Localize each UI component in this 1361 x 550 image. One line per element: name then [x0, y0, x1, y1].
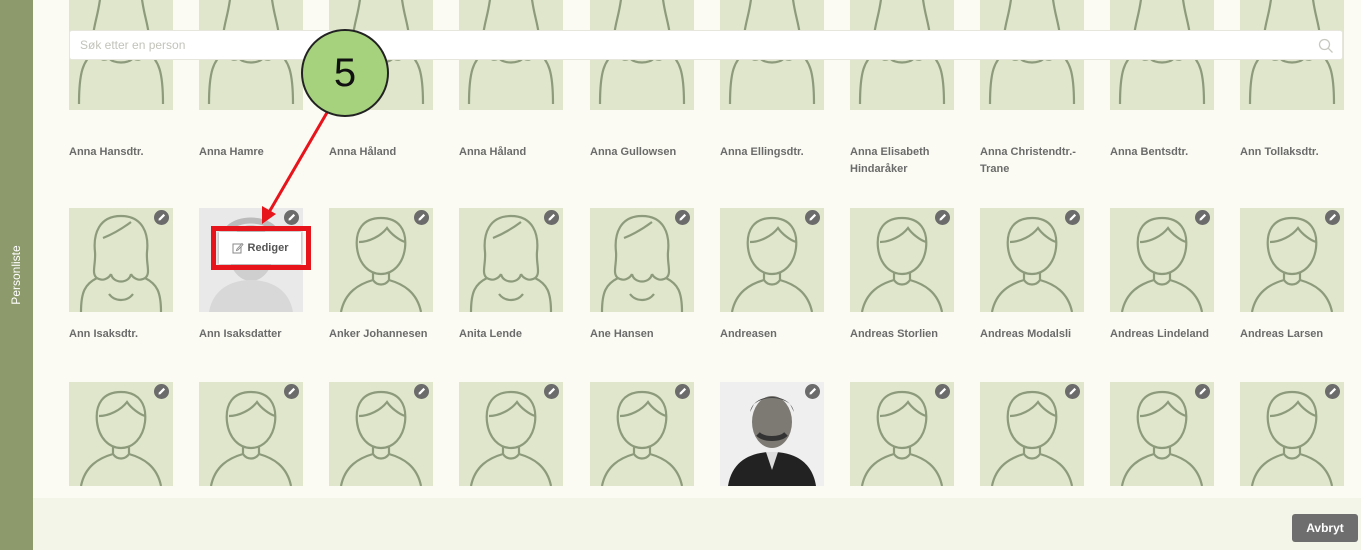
person-name: Anita Lende — [459, 328, 522, 340]
pencil-icon[interactable] — [935, 384, 950, 399]
person-card[interactable]: Andreas Modalsli — [980, 208, 1084, 378]
pencil-icon[interactable] — [675, 384, 690, 399]
pencil-icon[interactable] — [805, 384, 820, 399]
person-name: Anna Bentsdtr. — [1110, 146, 1189, 158]
person-card[interactable]: Anita Lende — [459, 208, 563, 378]
person-name: Anna Elisabeth Hindaråker — [850, 146, 930, 175]
pencil-icon[interactable] — [414, 384, 429, 399]
person-name: Andreas Modalsli — [980, 328, 1072, 340]
pencil-icon[interactable] — [1325, 384, 1340, 399]
pencil-icon[interactable] — [1065, 210, 1080, 225]
search-icon[interactable] — [1318, 38, 1334, 54]
pencil-icon[interactable] — [284, 384, 299, 399]
pencil-icon[interactable] — [1325, 210, 1340, 225]
person-name: Ann Isaksdatter — [199, 328, 282, 340]
person-name: Anna Ellingsdtr. — [720, 146, 804, 158]
sidebar[interactable]: Personliste — [0, 0, 33, 550]
person-name: Anna Hamre — [199, 146, 264, 158]
person-name: Anna Gullowsen — [590, 146, 677, 158]
person-card[interactable]: Andreas Birkeland — [459, 382, 563, 498]
person-card[interactable]: Andre Skeiland — [980, 382, 1084, 498]
person-name: Andreas Larsen — [1240, 328, 1324, 340]
person-card[interactable]: Anker Johannesen — [329, 208, 433, 378]
sidebar-label: Personliste — [9, 245, 23, 305]
pencil-icon[interactable] — [675, 210, 690, 225]
person-card[interactable]: Andreas Ergesdal — [329, 382, 433, 498]
pencil-icon[interactable] — [154, 384, 169, 399]
person-name: Anna Christendtr.-Trane — [980, 146, 1076, 175]
pencil-icon[interactable] — [1065, 384, 1080, 399]
person-card[interactable]: Anders Syvertsen — [1240, 382, 1344, 498]
pencil-icon[interactable] — [805, 210, 820, 225]
pencil-icon[interactable] — [544, 384, 559, 399]
person-card[interactable]: Andreas Bakke — [720, 382, 824, 498]
person-name: Anna Håland — [329, 146, 397, 158]
person-name: Anker Johannesen — [329, 328, 428, 340]
person-card[interactable]: Andreas Larsen — [1240, 208, 1344, 378]
person-name: Anna Håland — [459, 146, 527, 158]
person-card[interactable]: Andreas Knutsen — [69, 382, 173, 498]
person-card[interactable]: Ander Sletten — [1110, 382, 1214, 498]
person-card[interactable]: Andreas Lindeland — [1110, 208, 1214, 378]
cancel-button[interactable]: Avbryt — [1292, 514, 1358, 542]
person-card[interactable]: Ann Isaksdtr. — [69, 208, 173, 378]
search-input[interactable] — [70, 31, 1310, 59]
person-card[interactable]: Andreas Bakke — [590, 382, 694, 498]
pencil-icon[interactable] — [544, 210, 559, 225]
pencil-icon[interactable] — [1195, 384, 1210, 399]
person-name: Ane Hansen — [590, 328, 654, 340]
person-card[interactable]: Andreasen — [720, 208, 824, 378]
person-card[interactable]: Andreas Bakke — [850, 382, 954, 498]
pencil-icon[interactable] — [935, 210, 950, 225]
person-name: Ann Isaksdtr. — [69, 328, 139, 340]
pencil-icon[interactable] — [414, 210, 429, 225]
person-name: Andreas Storlien — [850, 328, 939, 340]
person-name: Ann Tollaksdtr. — [1240, 146, 1319, 158]
person-card[interactable]: Andreas Kleven — [199, 382, 303, 498]
pencil-icon[interactable] — [284, 210, 299, 225]
search-bar — [69, 30, 1343, 60]
person-name: Andreas Lindeland — [1110, 328, 1210, 340]
person-card[interactable]: Andreas Storlien — [850, 208, 954, 378]
highlight-box — [211, 226, 311, 270]
step-badge: 5 — [301, 29, 389, 117]
pencil-icon[interactable] — [1195, 210, 1210, 225]
pencil-icon[interactable] — [154, 210, 169, 225]
person-name: Andreasen — [720, 328, 777, 340]
person-name: Anna Hansdtr. — [69, 146, 144, 158]
person-card[interactable]: Ane Hansen — [590, 208, 694, 378]
footer: Avbryt — [33, 498, 1361, 550]
